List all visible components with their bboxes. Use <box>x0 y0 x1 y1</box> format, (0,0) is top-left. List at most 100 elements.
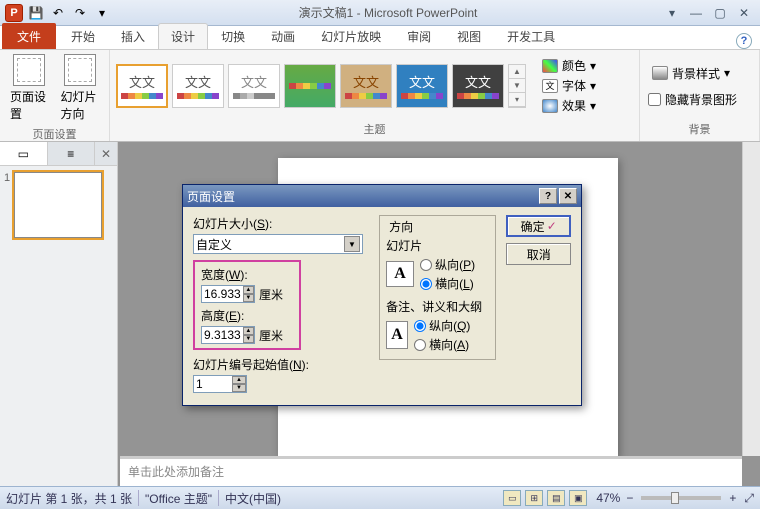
theme-thumb-7[interactable]: 文文 <box>452 64 504 108</box>
tab-developer[interactable]: 开发工具 <box>494 23 568 49</box>
slide-size-label: 幻灯片大小(S): <box>193 215 369 232</box>
numbering-value: 1 <box>194 376 232 392</box>
notes-landscape-radio[interactable]: 横向(A) <box>414 336 470 353</box>
orient-portrait-icon: A <box>386 321 408 349</box>
tab-animations[interactable]: 动画 <box>258 23 308 49</box>
ribbon-tabs: 文件 开始 插入 设计 切换 动画 幻灯片放映 审阅 视图 开发工具 ? <box>0 26 760 50</box>
thumbnails-tab-outline[interactable]: ≡ <box>48 142 96 165</box>
ok-button[interactable]: 确定✓ <box>506 215 571 237</box>
theme-effects-button[interactable]: 效果▾ <box>538 96 600 115</box>
width-unit: 厘米 <box>259 286 283 303</box>
notes-portrait-radio[interactable]: 纵向(Q) <box>414 317 470 334</box>
slides-orient-label: 幻灯片 <box>386 237 489 254</box>
close-icon[interactable]: ✕ <box>736 6 752 20</box>
fonts-icon: 文 <box>542 79 558 93</box>
redo-icon[interactable]: ↷ <box>70 3 90 23</box>
theme-thumb-1[interactable]: 文文 <box>116 64 168 108</box>
dialog-close-icon[interactable]: ✕ <box>559 188 577 204</box>
page-setup-dialog: 页面设置 ? ✕ 幻灯片大小(S): 自定义 ▼ 宽度(W): 16.933 ▲… <box>182 184 582 406</box>
tab-design[interactable]: 设计 <box>158 23 208 49</box>
theme-fonts-button[interactable]: 文字体▾ <box>538 76 600 95</box>
zoom-in-button[interactable]: + <box>729 491 736 505</box>
tab-slideshow[interactable]: 幻灯片放映 <box>308 23 394 49</box>
bg-styles-icon <box>652 66 668 80</box>
slide-size-value: 自定义 <box>196 236 344 253</box>
orientation-label: 幻灯片方向 <box>61 88 100 122</box>
notes-pane[interactable]: 单击此处添加备注 <box>120 456 742 486</box>
page-setup-icon <box>13 54 45 86</box>
width-label: 宽度(W): <box>201 266 293 283</box>
ribbon-minimize-icon[interactable]: ▾ <box>664 6 680 20</box>
tab-file[interactable]: 文件 <box>2 23 56 49</box>
vertical-scrollbar[interactable] <box>742 142 760 456</box>
view-sorter-button[interactable]: ⊞ <box>525 490 543 506</box>
theme-thumb-6[interactable]: 文文 <box>396 64 448 108</box>
slides-portrait-radio[interactable]: 纵向(P) <box>420 256 475 273</box>
slide-size-select[interactable]: 自定义 ▼ <box>193 234 363 254</box>
slide-thumbnails-panel: ▭ ≡ ✕ 1 <box>0 142 118 486</box>
dialog-help-icon[interactable]: ? <box>539 188 557 204</box>
numbering-spinner[interactable]: 1 ▲▼ <box>193 375 247 393</box>
theme-thumb-4[interactable] <box>284 64 336 108</box>
tab-transitions[interactable]: 切换 <box>208 23 258 49</box>
slide-orientation-button[interactable]: 幻灯片方向 <box>57 52 104 124</box>
background-styles-button[interactable]: 背景样式▾ <box>648 64 734 83</box>
status-theme: "Office 主题" <box>145 490 212 507</box>
help-icon[interactable]: ? <box>736 33 752 49</box>
tab-view[interactable]: 视图 <box>444 23 494 49</box>
undo-icon[interactable]: ↶ <box>48 3 68 23</box>
theme-thumb-3[interactable]: 文文 <box>228 64 280 108</box>
group-background: 背景样式▾ 隐藏背景图形 背景 <box>640 50 760 141</box>
tab-home[interactable]: 开始 <box>58 23 108 49</box>
fit-to-window-button[interactable]: ⤢ <box>744 491 754 506</box>
height-unit: 厘米 <box>259 327 283 344</box>
orientation-fieldset: 方向 幻灯片 A 纵向(P) 横向(L) 备注、讲义和大纲 A 纵向(Q) 横向… <box>379 215 496 360</box>
dialog-titlebar[interactable]: 页面设置 ? ✕ <box>183 185 581 207</box>
theme-colors-button[interactable]: 颜色▾ <box>538 56 600 75</box>
view-reading-button[interactable]: ▤ <box>547 490 565 506</box>
minimize-icon[interactable]: — <box>688 6 704 20</box>
spin-up-icon[interactable]: ▲ <box>232 376 246 384</box>
dialog-title: 页面设置 <box>187 188 537 205</box>
maximize-icon[interactable]: ▢ <box>712 6 728 20</box>
theme-thumb-5[interactable]: 文文 <box>340 64 392 108</box>
thumbnails-tab-slides[interactable]: ▭ <box>0 142 48 165</box>
group-page-setup: 页面设置 幻灯片方向 页面设置 <box>0 50 110 141</box>
thumb-number: 1 <box>4 172 10 238</box>
direction-legend: 方向 <box>386 218 416 235</box>
page-setup-button[interactable]: 页面设置 <box>6 52 53 124</box>
spin-down-icon[interactable]: ▼ <box>232 384 246 392</box>
width-spinner[interactable]: 16.933 ▲▼ <box>201 285 255 303</box>
width-value: 16.933 <box>202 286 243 302</box>
orientation-icon <box>64 54 96 86</box>
ribbon: 页面设置 幻灯片方向 页面设置 文文 文文 文文 文文 文文 文文 ▲▼▾ 颜色… <box>0 50 760 142</box>
spin-up-icon[interactable]: ▲ <box>243 286 254 294</box>
slide-thumbnail-1[interactable]: 1 <box>0 166 117 244</box>
height-spinner[interactable]: 9.3133 ▲▼ <box>201 326 255 344</box>
thumbnails-close-icon[interactable]: ✕ <box>95 142 117 165</box>
group-label-background: 背景 <box>648 119 751 139</box>
spin-down-icon[interactable]: ▼ <box>243 335 254 343</box>
slides-landscape-radio[interactable]: 横向(L) <box>420 275 475 292</box>
orient-landscape-icon: A <box>386 261 414 287</box>
tab-review[interactable]: 审阅 <box>394 23 444 49</box>
theme-thumb-2[interactable]: 文文 <box>172 64 224 108</box>
spin-up-icon[interactable]: ▲ <box>243 327 254 335</box>
save-icon[interactable]: 💾 <box>26 3 46 23</box>
tab-insert[interactable]: 插入 <box>108 23 158 49</box>
theme-gallery-nav[interactable]: ▲▼▾ <box>508 64 526 108</box>
view-slideshow-button[interactable]: ▣ <box>569 490 587 506</box>
spin-down-icon[interactable]: ▼ <box>243 294 254 302</box>
qat-customize-icon[interactable]: ▾ <box>92 3 112 23</box>
app-icon[interactable]: P <box>4 3 24 23</box>
zoom-out-button[interactable]: − <box>626 491 633 505</box>
zoom-slider[interactable] <box>641 496 721 500</box>
chevron-down-icon: ▼ <box>344 236 360 252</box>
cancel-button[interactable]: 取消 <box>506 243 571 265</box>
status-zoom-value[interactable]: 47% <box>596 491 620 505</box>
page-setup-label: 页面设置 <box>10 88 49 122</box>
view-normal-button[interactable]: ▭ <box>503 490 521 506</box>
status-language[interactable]: 中文(中国) <box>225 490 281 507</box>
group-themes: 文文 文文 文文 文文 文文 文文 ▲▼▾ 颜色▾ 文字体▾ 效果▾ 主题 <box>110 50 640 141</box>
hide-bg-graphics-checkbox[interactable]: 隐藏背景图形 <box>648 91 737 108</box>
